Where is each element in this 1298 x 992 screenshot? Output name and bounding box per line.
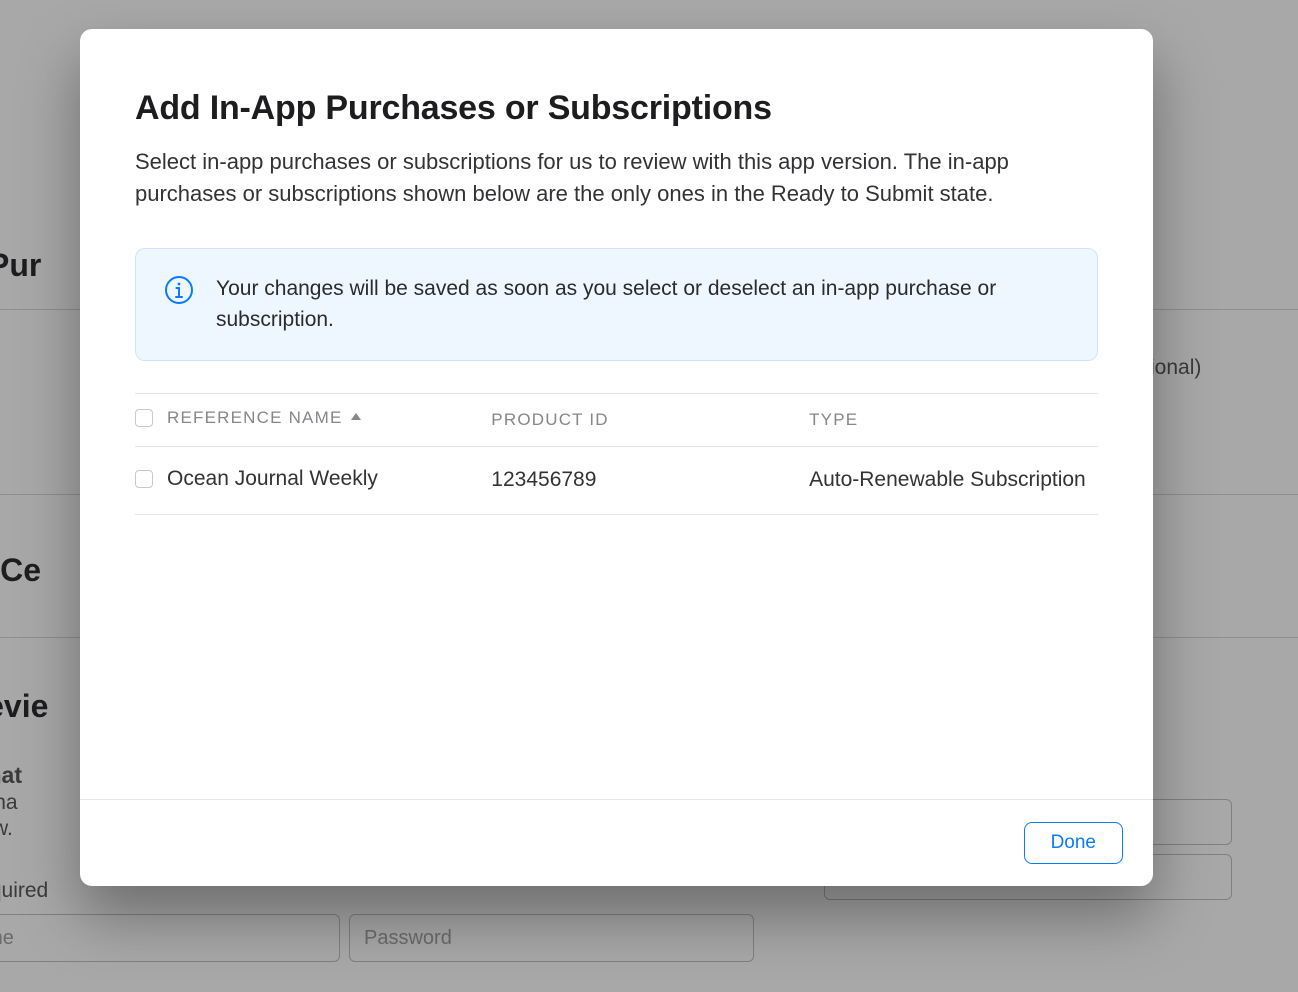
table-row[interactable]: Ocean Journal Weekly 123456789 Auto-Rene… [135,446,1098,514]
bg-appreview-heading: Revie [0,688,48,725]
bg-username-placeholder: ame [0,927,14,950]
col-product-id[interactable]: Product ID [491,393,809,446]
bg-signin-line1: a user na [0,791,18,815]
bg-optional-label: ional) [1150,356,1201,380]
info-banner: Your changes will be saved as soon as yo… [135,248,1098,361]
table-header-row: Reference Name Product ID Type [135,393,1098,446]
bg-signin-line2: o review. [0,817,13,841]
modal-title: Add In-App Purchases or Subscriptions [135,89,1098,128]
col-type[interactable]: Type [809,393,1098,446]
bg-iap-heading: pp Pur [0,247,41,284]
info-icon [164,275,194,305]
col-reference-name-label: Reference Name [167,408,343,428]
iap-modal: Add In-App Purchases or Subscriptions Se… [80,29,1153,886]
bg-password-input[interactable]: Password [349,914,754,962]
col-reference-name[interactable]: Reference Name [135,393,491,446]
iap-table: Reference Name Product ID Type [135,393,1098,515]
bg-gamecenter-heading: me Ce [0,552,41,589]
modal-body: Add In-App Purchases or Subscriptions Se… [80,29,1153,799]
bg-password-placeholder: Password [364,927,452,950]
bg-signin-required: -in required [0,879,48,903]
col-product-id-label: Product ID [491,410,608,429]
sort-ascending-icon [351,413,361,420]
select-all-checkbox[interactable] [135,409,153,427]
bg-username-input[interactable]: ame [0,914,340,962]
row-checkbox[interactable] [135,470,153,488]
info-banner-text: Your changes will be saved as soon as yo… [216,273,1069,336]
done-button[interactable]: Done [1024,822,1123,864]
modal-description: Select in-app purchases or subscriptions… [135,146,1098,210]
row-reference-name: Ocean Journal Weekly [167,467,378,491]
modal-footer: Done [80,799,1153,886]
row-product-id: 123456789 [491,446,809,514]
col-type-label: Type [809,410,858,429]
row-type: Auto-Renewable Subscription [809,446,1098,514]
bg-signin-heading: Informat [0,762,22,789]
